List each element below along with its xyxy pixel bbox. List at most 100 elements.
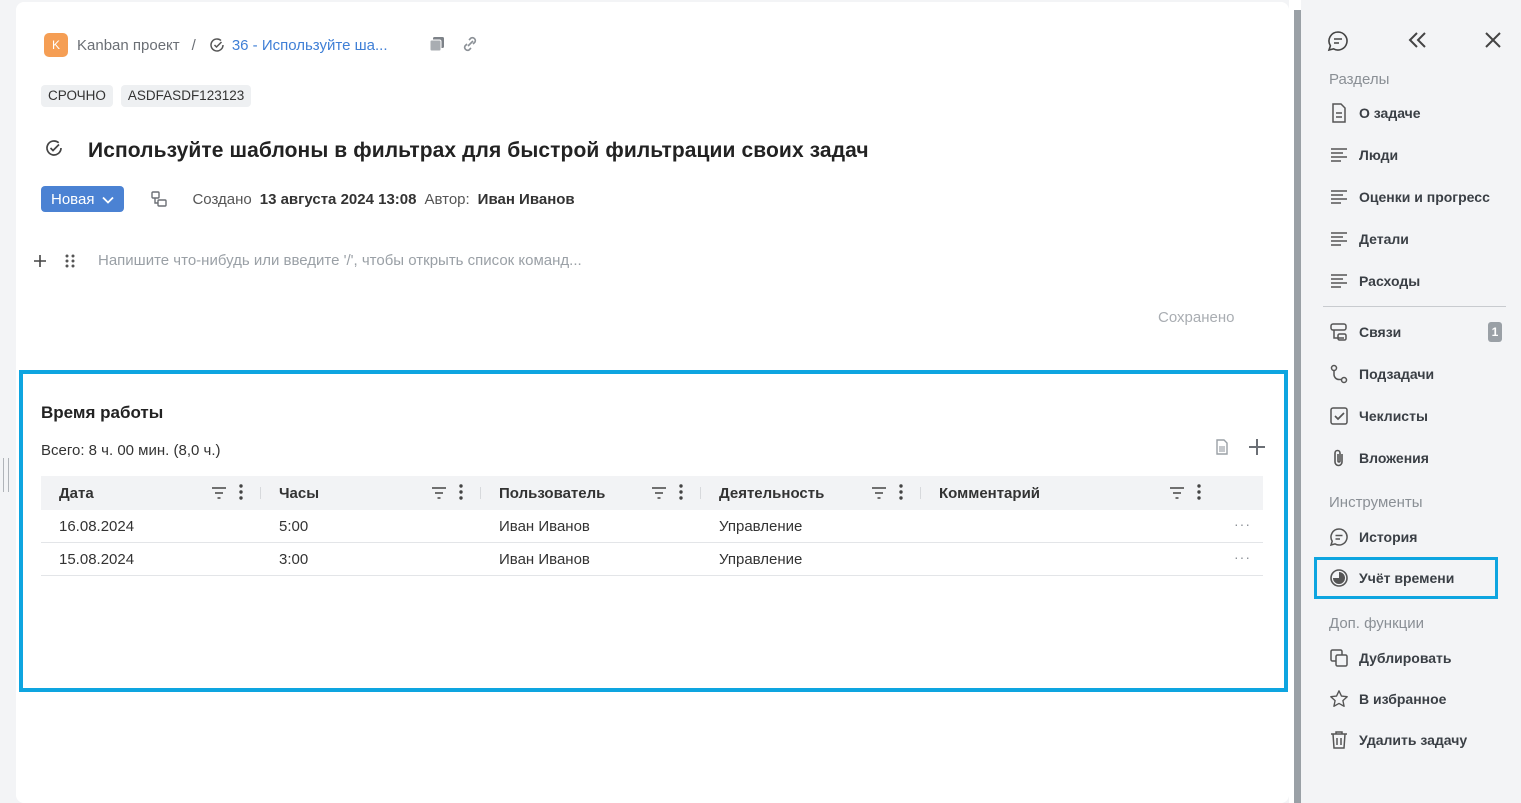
sidebar-item-estimates[interactable]: Оценки и прогресс <box>1329 186 1490 208</box>
table-row[interactable]: 15.08.2024 3:00 Иван Иванов Управление ·… <box>41 543 1263 576</box>
cell-activity: Управление <box>719 550 803 568</box>
description-editor[interactable]: Напишите что-нибудь или введите '/', что… <box>32 252 582 269</box>
time-actions <box>1214 438 1266 461</box>
author-label: Автор: <box>424 190 470 208</box>
lines-icon <box>1329 187 1349 207</box>
export-icon[interactable] <box>1214 438 1230 461</box>
sidebar-item-label: Дублировать <box>1359 650 1452 666</box>
cell-date: 16.08.2024 <box>59 517 135 535</box>
breadcrumb-separator: / <box>191 36 196 54</box>
more-vertical-icon[interactable] <box>899 484 903 504</box>
filter-icon[interactable] <box>211 486 227 503</box>
table-row[interactable]: 16.08.2024 5:00 Иван Иванов Управление ·… <box>41 510 1263 543</box>
breadcrumb-project[interactable]: Kanban проект <box>77 37 180 54</box>
sidebar-item-about[interactable]: О задаче <box>1329 102 1421 124</box>
sidebar-item-subtasks[interactable]: Подзадачи <box>1329 363 1434 385</box>
section-title: Время работы <box>41 403 164 422</box>
link-icon[interactable] <box>460 35 480 58</box>
document-icon <box>1329 103 1349 123</box>
breadcrumb-task[interactable]: 36 - Используйте ша... <box>232 37 388 54</box>
row-menu-icon[interactable]: ··· <box>1234 516 1251 532</box>
sidebar-item-attachments[interactable]: Вложения <box>1329 447 1429 469</box>
active-item-highlight <box>1314 557 1498 599</box>
tag-urgent[interactable]: СРОЧНО <box>41 85 113 107</box>
column-activity[interactable]: Деятельность <box>701 476 921 510</box>
status-dropdown[interactable]: Новая <box>41 186 125 212</box>
panel-resize-bar[interactable] <box>1294 10 1301 803</box>
sidebar-item-details[interactable]: Детали <box>1329 228 1409 250</box>
sidebar-item-checklists[interactable]: Чеклисты <box>1329 405 1428 427</box>
sidebar-item-label: Вложения <box>1359 450 1429 466</box>
status-label: Новая <box>51 190 95 208</box>
sidebar-divider <box>1323 306 1506 307</box>
close-icon[interactable] <box>1483 30 1503 55</box>
cell-date: 15.08.2024 <box>59 550 135 568</box>
more-vertical-icon[interactable] <box>679 484 683 504</box>
filter-icon[interactable] <box>1169 486 1185 503</box>
chat-icon <box>1329 527 1349 547</box>
column-date[interactable]: Дата <box>41 476 261 510</box>
created-date: 13 августа 2024 13:08 <box>259 190 417 208</box>
column-label: Деятельность <box>719 484 825 502</box>
links-icon <box>1329 322 1349 342</box>
tools-heading: Инструменты <box>1329 494 1423 511</box>
cell-user: Иван Иванов <box>499 517 590 535</box>
more-vertical-icon[interactable] <box>239 484 243 504</box>
column-comment[interactable]: Комментарий <box>921 476 1263 510</box>
created-label: Создано <box>192 190 252 208</box>
project-avatar: K <box>44 33 68 57</box>
sidebar-item-label: О задаче <box>1359 105 1421 121</box>
time-tracking-section: Время работы Всего: 8 ч. 00 мин. (8,0 ч.… <box>19 370 1288 692</box>
cell-hours: 3:00 <box>279 550 309 568</box>
sidebar-item-label: Люди <box>1359 147 1399 163</box>
chevron-down-icon <box>102 191 115 208</box>
cell-activity: Управление <box>719 517 803 535</box>
filter-icon[interactable] <box>871 486 887 503</box>
sidebar-item-people[interactable]: Люди <box>1329 144 1398 166</box>
add-time-icon[interactable] <box>1248 438 1266 461</box>
sidebar-item-links[interactable]: Связи <box>1329 321 1401 343</box>
save-status: Сохранено <box>1158 309 1235 326</box>
tag-code[interactable]: ASDFASDF123123 <box>120 85 252 107</box>
column-label: Пользователь <box>499 484 606 502</box>
lines-icon <box>1329 229 1349 249</box>
filter-icon[interactable] <box>651 486 667 503</box>
task-type-icon[interactable] <box>150 190 168 208</box>
table-header: Дата Часы Пользователь Деятельность Комм… <box>41 476 1263 510</box>
sidebar-item-history[interactable]: История <box>1329 526 1417 548</box>
cell-hours: 5:00 <box>279 517 309 535</box>
drag-handle-icon[interactable] <box>64 253 76 269</box>
extra-heading: Доп. функции <box>1329 615 1424 632</box>
sidebar-item-label: История <box>1359 529 1418 545</box>
cell-user: Иван Иванов <box>499 550 590 568</box>
more-vertical-icon[interactable] <box>1197 484 1201 504</box>
sidebar-item-expenses[interactable]: Расходы <box>1329 270 1420 292</box>
column-label: Комментарий <box>939 484 1041 502</box>
editor-placeholder[interactable]: Напишите что-нибудь или введите '/', что… <box>98 252 582 269</box>
column-user[interactable]: Пользователь <box>481 476 701 510</box>
breadcrumb: K Kanban проект / 36 - Используйте ша... <box>44 33 388 57</box>
sidebar-item-label: Связи <box>1359 324 1402 340</box>
more-vertical-icon[interactable] <box>459 484 463 504</box>
collapse-icon[interactable] <box>1407 30 1429 55</box>
breadcrumb-actions <box>428 35 480 58</box>
column-label: Дата <box>59 484 94 502</box>
sidebar-item-delete[interactable]: Удалить задачу <box>1329 729 1467 751</box>
comment-icon[interactable] <box>1327 30 1349 57</box>
tag-list: СРОЧНО ASDFASDF123123 <box>41 85 252 107</box>
task-title-row: Используйте шаблоны в фильтрах для быстр… <box>44 138 869 163</box>
duplicate-icon <box>1329 648 1349 668</box>
row-menu-icon[interactable]: ··· <box>1234 549 1251 565</box>
copy-icon[interactable] <box>428 35 446 58</box>
sidebar-item-favorite[interactable]: В избранное <box>1329 688 1446 710</box>
sidebar-item-label: Расходы <box>1359 273 1421 289</box>
plus-icon[interactable] <box>32 253 48 269</box>
filter-icon[interactable] <box>431 486 447 503</box>
task-check-icon <box>44 138 64 163</box>
sidebar-item-duplicate[interactable]: Дублировать <box>1329 647 1452 669</box>
sections-heading: Разделы <box>1329 71 1390 88</box>
left-resize-handle[interactable] <box>3 458 9 492</box>
column-hours[interactable]: Часы <box>261 476 481 510</box>
page-title[interactable]: Используйте шаблоны в фильтрах для быстр… <box>88 139 869 163</box>
author-name[interactable]: Иван Иванов <box>478 191 575 208</box>
